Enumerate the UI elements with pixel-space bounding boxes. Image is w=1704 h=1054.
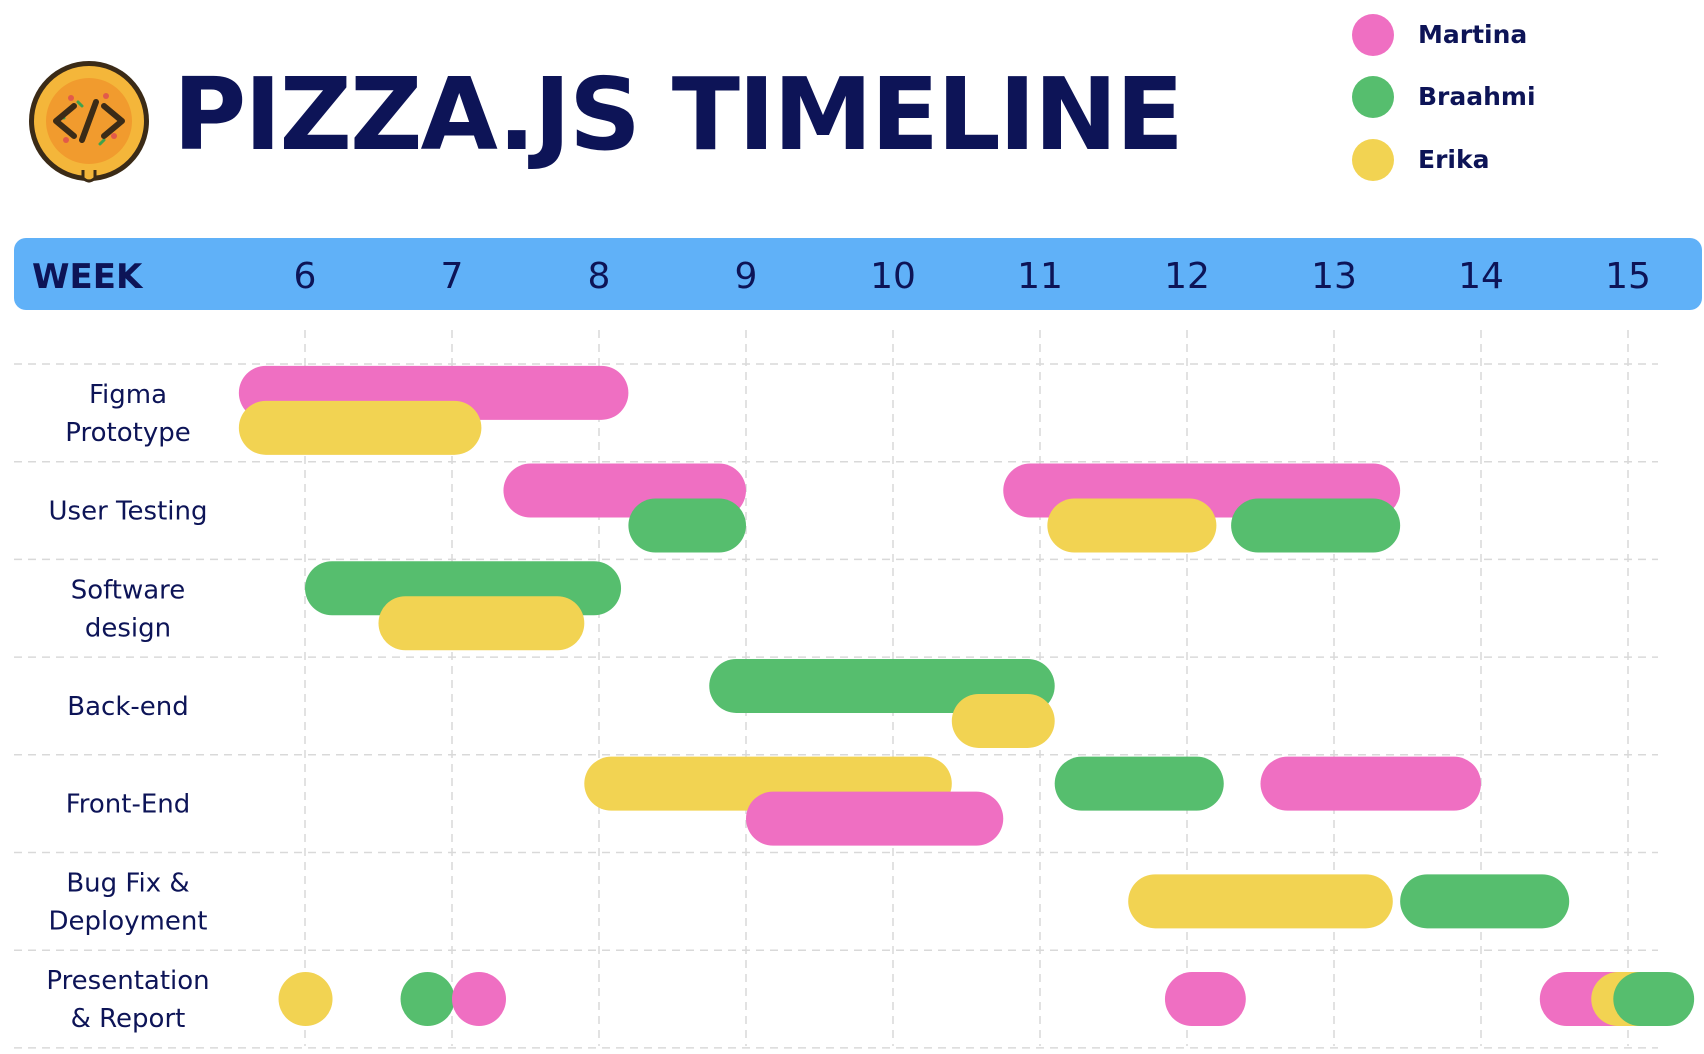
week-tick-label: 11 (1017, 256, 1063, 297)
legend-label-braahmi: Braahmi (1418, 82, 1536, 111)
week-tick-label: 8 (588, 256, 611, 297)
task-label: Front-End (66, 790, 191, 820)
gantt-bar-erika (951, 693, 1055, 748)
task-labels: Figma Prototype User Testing Software design… (46, 380, 209, 1034)
gantt-bar-braahmi (1613, 972, 1695, 1027)
task-label: Back-end (67, 692, 188, 722)
gantt-bar-braahmi (400, 972, 455, 1027)
week-tick-label: 9 (735, 256, 758, 297)
legend-swatch-martina (1352, 14, 1394, 56)
gantt-bar-braahmi (1400, 874, 1570, 929)
task-label: & Report (71, 1004, 186, 1034)
week-tick-label: 10 (870, 256, 916, 297)
week-tick-label: 13 (1311, 256, 1357, 297)
page-title: PIZZA.JS TIMELINE (173, 56, 1184, 173)
axis-label-week: WEEK (32, 257, 144, 297)
week-tick-label: 15 (1605, 256, 1651, 297)
legend-label-martina: Martina (1418, 20, 1528, 49)
task-label: Presentation (46, 966, 209, 996)
gantt-bar-erika (238, 400, 482, 455)
gantt-bar-braahmi (1054, 756, 1224, 811)
task-label: Deployment (48, 906, 207, 936)
task-label: Prototype (65, 418, 190, 448)
week-tick-label: 14 (1458, 256, 1504, 297)
task-label: User Testing (49, 497, 208, 527)
week-header-background (14, 238, 1702, 310)
legend-label-erika: Erika (1418, 145, 1490, 174)
week-tick-label: 7 (441, 256, 464, 297)
legend-swatch-braahmi (1352, 76, 1394, 118)
week-header-bar: WEEK 6 7 8 9 10 11 12 13 14 15 (14, 238, 1702, 310)
gantt-bar-martina (452, 972, 506, 1027)
pizza-code-icon (26, 58, 152, 184)
gantt-bar-erika (1047, 498, 1217, 553)
gantt-bar-martina (746, 791, 1004, 846)
gantt-bar-martina (1164, 972, 1246, 1027)
task-label: design (85, 613, 171, 643)
legend-swatch-erika (1352, 139, 1394, 181)
chart-bars (238, 365, 1695, 1027)
gantt-bar-braahmi (628, 498, 746, 553)
gantt-bar-erika (378, 596, 585, 651)
gantt-bar-martina (1260, 756, 1481, 811)
gantt-bar-braahmi (1231, 498, 1401, 553)
task-label: Figma (89, 380, 167, 410)
gantt-bar-erika (278, 972, 333, 1027)
gantt-bar-erika (1128, 874, 1393, 929)
week-tick-label: 12 (1164, 256, 1210, 297)
task-label: Software (71, 575, 186, 605)
week-tick-label: 6 (294, 256, 317, 297)
task-label: Bug Fix & (66, 868, 189, 898)
